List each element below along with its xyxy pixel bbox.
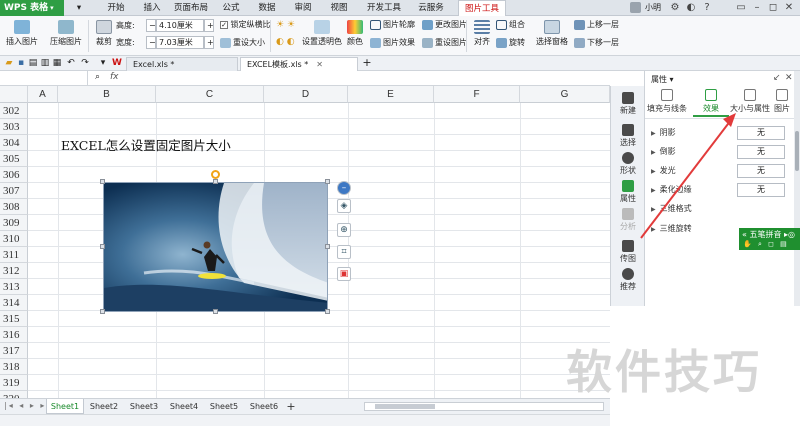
watermark-text: 软件技巧 bbox=[566, 345, 762, 399]
